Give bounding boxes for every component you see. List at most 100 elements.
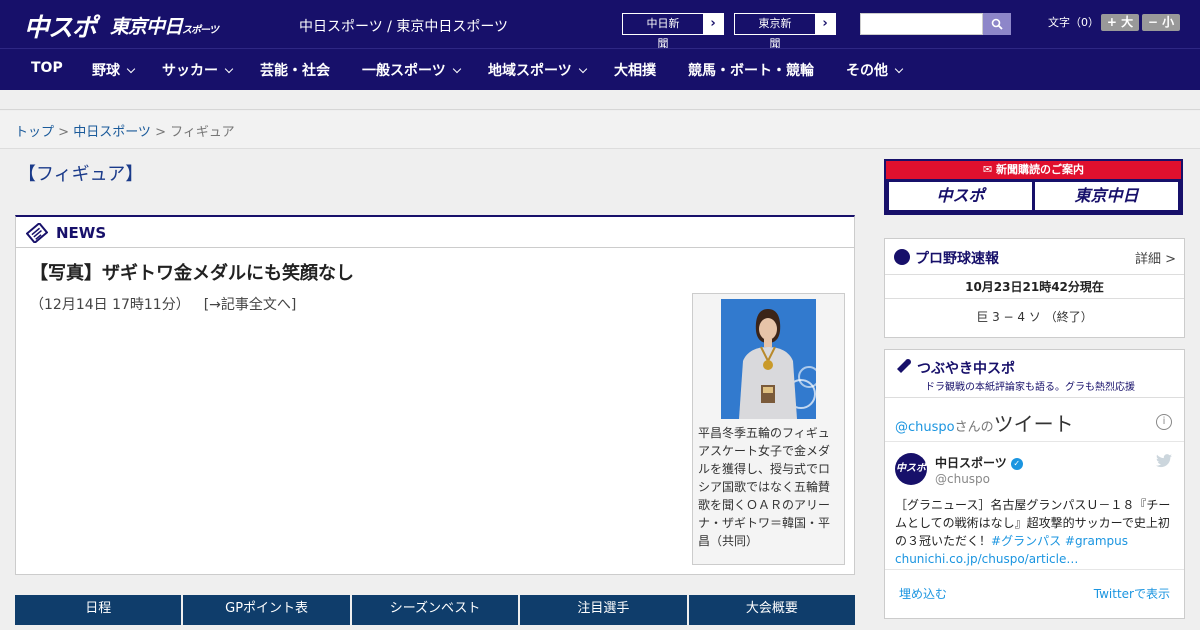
spacer-strip [0, 90, 1200, 110]
view-on-twitter-link[interactable]: Twitterで表示 [1094, 585, 1170, 602]
baseball-header: プロ野球速報 詳細 > [885, 239, 1184, 275]
figure-tabs: 日程 GPポイント表 シーズンベスト 注目選手 大会概要 [15, 595, 856, 625]
tweet-entry[interactable]: 中スポ 中日スポーツ ✓ @chuspo ［グラニュース］名古屋グランパスＵ－１８… [885, 442, 1184, 570]
newspaper-icon [26, 223, 48, 243]
page-title: 【フィギュア】 [18, 164, 144, 185]
tokyo-shimbun-label: 東京新聞 [758, 17, 792, 50]
chunichi-shimbun-label: 中日新聞 [646, 17, 680, 50]
tab-schedule[interactable]: 日程 [15, 595, 182, 625]
tab-featured-players[interactable]: 注目選手 [520, 595, 687, 625]
chuspo-logo[interactable]: 中スポ [24, 8, 97, 44]
baseball-icon [894, 249, 910, 265]
tweet-box-title: つぶやき中スポ [917, 361, 1015, 377]
baseball-detail-link[interactable]: 詳細 > [1135, 248, 1176, 267]
nav-label: TOP [31, 60, 63, 76]
news-label: NEWS [56, 224, 107, 242]
nav-general-sports[interactable]: 一般スポーツ [362, 60, 461, 80]
nav-label: 地域スポーツ [488, 63, 572, 79]
baseball-score-box: プロ野球速報 詳細 > 10月23日21時42分現在 巨 3 − 4 ソ （終了… [884, 238, 1185, 338]
tab-season-best[interactable]: シーズンベスト [351, 595, 519, 625]
tweet-author-username[interactable]: @chuspo [935, 472, 990, 486]
search-input[interactable] [860, 13, 983, 35]
nav-label: 大相撲 [614, 63, 656, 79]
tweet-word: ツイート [993, 412, 1074, 436]
breadcrumb-sep: > [150, 125, 171, 140]
article-date: （12月14日 17時11分） [30, 297, 190, 313]
site-links[interactable]: 中日スポーツ / 東京中日スポーツ [299, 16, 508, 36]
chevron-down-icon [224, 64, 234, 74]
baseball-score[interactable]: 巨 3 − 4 ソ （終了） [885, 299, 1184, 335]
nav-entertainment[interactable]: 芸能・社会 [260, 60, 330, 80]
twitter-bird-icon [1156, 454, 1172, 468]
nav-label: 競馬・ボート・競輪 [688, 63, 814, 79]
site-header: 中スポ 東京中日スポーツ 中日スポーツ / 東京中日スポーツ 中日新聞 › 東京… [0, 0, 1200, 50]
news-header: NEWS [16, 217, 854, 248]
subscription-title-text: 新聞購読のご案内 [996, 163, 1085, 176]
breadcrumb-section-link[interactable]: 中日スポーツ [73, 125, 151, 140]
tab-tournament-overview[interactable]: 大会概要 [688, 595, 856, 625]
tweet-author-name[interactable]: 中日スポーツ ✓ [935, 454, 1023, 471]
nav-top[interactable]: TOP [31, 60, 63, 76]
search-button[interactable] [983, 13, 1011, 35]
verified-icon: ✓ [1010, 457, 1023, 470]
handle-suffix: さんの [954, 420, 994, 435]
article-meta: （12月14日 17時11分） [→記事全文へ] [30, 294, 296, 314]
photo-caption: 平昌冬季五輪のフィギュアスケート女子で金メダルを獲得し、授与式でロシア国歌ではな… [698, 426, 831, 548]
embed-link[interactable]: 埋め込む [899, 585, 947, 602]
chevron-down-icon [452, 64, 461, 74]
subscription-ad: ✉ 新聞購読のご案内 中スポ 東京中日 [884, 159, 1183, 215]
chevron-right-icon: › [815, 14, 835, 34]
tweet-hashtags[interactable]: #グランパス #grampus [991, 534, 1128, 548]
article-title[interactable]: 【写真】ザギトワ金メダルにも笑顔なし [30, 259, 354, 285]
search-icon [991, 18, 1003, 30]
tweet-text: ［グラニュース］名古屋グランパスＵ－１８『チームとしての戦術はなし』超攻撃的サッ… [895, 496, 1175, 568]
tokyo-shimbun-button[interactable]: 東京新聞 › [734, 13, 836, 50]
nav-baseball[interactable]: 野球 [92, 60, 136, 80]
tokyo-logo-suffix: スポーツ [182, 25, 219, 36]
handle-text: @chuspo [895, 420, 955, 435]
article-photo[interactable] [721, 299, 816, 419]
tweet-box: つぶやき中スポ ドラ観戦の本紙評論家も語る。グラも熱烈応援 @chuspoさんの… [884, 349, 1185, 619]
photo-box: 平昌冬季五輪のフィギュアスケート女子で金メダルを獲得し、授与式でロシア国歌ではな… [692, 293, 845, 565]
subscription-buttons: 中スポ 東京中日 [886, 179, 1181, 213]
font-size-label: 文字（0） [1048, 16, 1099, 29]
nav-racing[interactable]: 競馬・ボート・競輪 [688, 60, 814, 80]
main-nav: TOP 野球 サッカー 芸能・社会 一般スポーツ 地域スポーツ 大相撲 競馬・ボ… [0, 48, 1200, 90]
twitter-handle[interactable]: @chuspoさんのツイート [895, 408, 1074, 437]
twitter-widget-footer: 埋め込む Twitterで表示 [885, 570, 1184, 614]
tweet-link[interactable]: chunichi.co.jp/chuspo/article… [895, 552, 1078, 566]
font-smaller-button[interactable]: − 小 [1142, 14, 1180, 31]
breadcrumb-sep: > [54, 125, 74, 140]
nav-label: 芸能・社会 [260, 63, 330, 79]
nav-label: サッカー [162, 63, 218, 79]
chevron-down-icon [894, 64, 904, 74]
tokyo-chunichi-logo[interactable]: 東京中日スポーツ [110, 12, 219, 39]
megaphone-icon [897, 359, 911, 373]
tab-gp-points[interactable]: GPポイント表 [183, 595, 350, 625]
tweet-box-header: つぶやき中スポ ドラ観戦の本紙評論家も語る。グラも熱烈応援 [885, 350, 1184, 398]
nav-label: その他 [846, 63, 888, 79]
nav-local-sports[interactable]: 地域スポーツ [488, 60, 587, 80]
chevron-right-icon: › [703, 14, 723, 34]
twitter-widget-header: @chuspoさんのツイート i [885, 398, 1184, 442]
subscribe-tokyo-chunichi-button[interactable]: 東京中日 [1035, 182, 1178, 210]
baseball-update-time: 10月23日21時42分現在 [885, 275, 1184, 299]
nav-sumo[interactable]: 大相撲 [614, 60, 656, 80]
nav-label: 一般スポーツ [362, 63, 446, 79]
newspaper-icon: ✉ [982, 163, 997, 176]
tokyo-logo-text: 東京中日 [110, 16, 183, 38]
breadcrumb-current: フィギュア [170, 125, 235, 140]
author-name-text: 中日スポーツ [935, 456, 1007, 470]
info-icon[interactable]: i [1156, 414, 1172, 430]
chunichi-shimbun-button[interactable]: 中日新聞 › [622, 13, 724, 50]
breadcrumb-top-link[interactable]: トップ [15, 125, 54, 140]
font-larger-button[interactable]: + 大 [1101, 14, 1139, 31]
avatar[interactable]: 中スポ [895, 453, 927, 485]
breadcrumb-bar: トップ > 中日スポーツ > フィギュア [0, 111, 1200, 149]
subscription-title: ✉ 新聞購読のご案内 [886, 161, 1181, 179]
subscribe-chuspo-button[interactable]: 中スポ [889, 182, 1032, 210]
nav-other[interactable]: その他 [846, 60, 904, 80]
full-article-link[interactable]: [→記事全文へ] [204, 297, 297, 313]
baseball-title: プロ野球速報 [915, 251, 999, 267]
nav-soccer[interactable]: サッカー [162, 60, 234, 80]
